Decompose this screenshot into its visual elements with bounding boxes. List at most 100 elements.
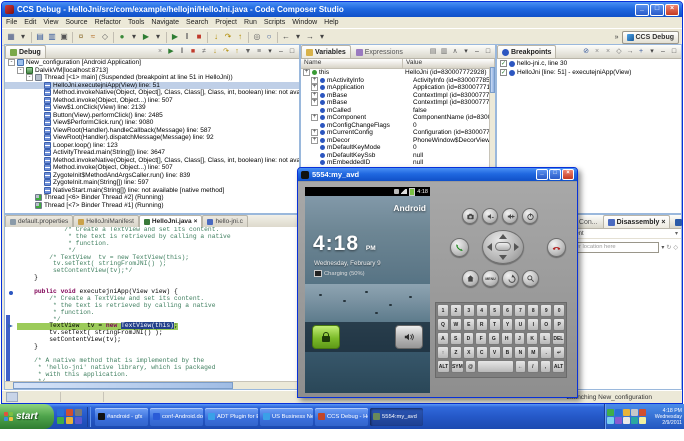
variable-row[interactable]: mCalled false xyxy=(301,107,495,115)
perspective-button[interactable]: CCS Debug xyxy=(621,30,679,44)
quick-launch-icon[interactable] xyxy=(66,409,73,416)
tab-variables[interactable]: Variables xyxy=(301,45,351,58)
key-alt[interactable]: ALT xyxy=(552,360,565,373)
tab-console[interactable]: Console xyxy=(670,215,684,228)
debug-tree-node[interactable]: - New_configuration [Android Application] xyxy=(5,59,299,67)
phone-screen[interactable]: 4:18 Android 4:18 PM Wednesday, February… xyxy=(305,187,430,393)
key-@[interactable]: @ xyxy=(464,360,477,373)
key-k[interactable]: K xyxy=(526,332,538,345)
variable-row[interactable]: +mDecorPhoneWindow$DecorView (id=8300077… xyxy=(301,136,495,145)
tray-icon[interactable] xyxy=(639,417,646,424)
debug-dropdown-icon[interactable]: ▾ xyxy=(128,31,140,43)
tray-icon[interactable] xyxy=(623,417,630,424)
skip-all-icon[interactable]: ⊘ xyxy=(581,47,591,57)
resume-icon[interactable]: ▶ xyxy=(166,47,176,57)
call-button[interactable] xyxy=(450,238,469,257)
stack-frame[interactable]: HelloJni.executejniApp(View) line: 51 xyxy=(5,81,299,89)
stack-frame[interactable]: ViewRoot(Handler).handleCallback(Message… xyxy=(5,126,299,135)
stack-frame[interactable]: Method.invoke(Object, Object...) line: 5… xyxy=(5,96,299,105)
key-v[interactable]: V xyxy=(488,346,501,359)
key-j[interactable]: J xyxy=(513,332,526,345)
key-l[interactable]: L xyxy=(539,332,551,345)
step-return-icon[interactable]: ↑ xyxy=(234,31,246,43)
maximize-button[interactable]: □ xyxy=(650,3,664,16)
forward-dropdown-icon[interactable]: ▾ xyxy=(316,31,328,43)
close-button[interactable]: × xyxy=(665,3,679,16)
key-z[interactable]: Z xyxy=(449,346,462,359)
disconnect-icon[interactable]: ≠ xyxy=(199,47,209,57)
emulator-maximize-button[interactable]: □ xyxy=(549,169,561,180)
tab-expressions[interactable]: Expressions xyxy=(351,45,408,58)
debug-tree-node[interactable]: - DalvikVM[localhost:8713] xyxy=(5,66,299,75)
column-value[interactable]: Value xyxy=(403,59,495,68)
menu-tools[interactable]: Tools xyxy=(128,19,144,26)
quick-launch-icon[interactable] xyxy=(57,417,64,424)
minimize-icon[interactable]: – xyxy=(472,47,482,57)
menu-refactor[interactable]: Refactor xyxy=(95,19,121,26)
key-w[interactable]: W xyxy=(449,318,462,331)
key-4[interactable]: 4 xyxy=(475,304,488,317)
dpad-down-icon[interactable] xyxy=(499,255,507,260)
key-.[interactable]: . xyxy=(540,346,553,359)
step-into-icon[interactable]: ↓ xyxy=(210,47,220,57)
column-name[interactable]: Name xyxy=(301,59,403,68)
taskbar-button-internet-explorer[interactable]: US Business News - L... xyxy=(260,407,313,426)
connect-icon[interactable]: ◇ xyxy=(99,31,111,43)
close-tab-icon[interactable]: × xyxy=(194,218,198,225)
step-return-icon[interactable]: ↑ xyxy=(232,47,242,57)
remove-terminated-icon[interactable]: × xyxy=(155,47,165,57)
key-i[interactable]: I xyxy=(527,318,540,331)
stack-frame[interactable]: NativeStart.main(String[]) line: not ava… xyxy=(5,186,299,195)
key-r[interactable]: R xyxy=(475,318,488,331)
show-matching-icon[interactable]: ◇ xyxy=(614,47,624,57)
variable-row[interactable]: +mBaseContextImpl (id=830007773168) xyxy=(301,99,495,107)
taskbar-button-emulator[interactable]: 5554:my_avd xyxy=(370,407,423,426)
key-2[interactable]: 2 xyxy=(449,304,462,317)
mark-occurrences-icon[interactable]: ◎ xyxy=(251,31,263,43)
stack-frame[interactable]: Method.invokeNative(Object, Object[], Cl… xyxy=(5,156,299,165)
key-del[interactable]: DEL xyxy=(551,332,565,345)
tray-icon[interactable] xyxy=(631,417,638,424)
key-space[interactable] xyxy=(477,360,514,373)
key-h[interactable]: H xyxy=(500,332,513,345)
key-g[interactable]: G xyxy=(488,332,500,345)
stack-frame[interactable]: ViewRoot(Handler).dispatchMessage(Messag… xyxy=(5,134,299,142)
key-5[interactable]: 5 xyxy=(488,304,501,317)
stack-frame[interactable]: View$PerformClick.run() line: 9080 xyxy=(5,119,299,127)
variable-row[interactable]: mEmbeddedID null xyxy=(301,159,495,167)
volume-up-button[interactable] xyxy=(502,208,518,224)
variable-row[interactable]: +mBaseContextImpl (id=830007773168) xyxy=(301,91,495,100)
save-icon[interactable]: ▤ xyxy=(34,31,46,43)
step-over-icon[interactable]: ↷ xyxy=(222,31,234,43)
method-breakpoint-icon[interactable] xyxy=(9,290,13,295)
menu-scripts[interactable]: Scripts xyxy=(264,19,285,26)
quick-launch-icon[interactable] xyxy=(66,417,73,424)
debug-tree-node[interactable]: Thread [<6> Binder Thread #2] (Running) xyxy=(5,194,299,202)
key-0[interactable]: 0 xyxy=(553,304,566,317)
stack-frame[interactable]: Method.invokeNative(Object, Object[], Cl… xyxy=(5,89,299,97)
stack-frame[interactable]: Method.invoke(Object, Object...) line: 5… xyxy=(5,164,299,172)
search-icon[interactable]: ○ xyxy=(263,31,275,43)
show-type-names-icon[interactable]: ▤ xyxy=(428,47,438,57)
step-filters-icon[interactable]: ≡ xyxy=(254,47,264,57)
breakpoint-item[interactable]: ✓ HelloJni [line: 51] - executejniApp(Vie… xyxy=(497,68,681,77)
unlock-button[interactable] xyxy=(312,325,340,349)
tab-debug[interactable]: Debug xyxy=(5,45,46,58)
emulator-title-bar[interactable]: 5554:my_avd _ □ × xyxy=(298,168,577,181)
key-7[interactable]: 7 xyxy=(514,304,527,317)
minimize-icon[interactable]: – xyxy=(658,47,668,57)
key-d[interactable]: D xyxy=(462,332,475,345)
debug-tree-node[interactable]: - Thread [<1> main] (Suspended (breakpoin… xyxy=(5,74,299,82)
variable-row[interactable]: + this HelloJni (id=830007772928) xyxy=(301,69,495,77)
key-1[interactable]: 1 xyxy=(437,304,449,317)
menu-window[interactable]: Window xyxy=(292,19,317,26)
key-e[interactable]: E xyxy=(462,318,475,331)
dpad-right-icon[interactable] xyxy=(514,243,519,251)
drop-to-frame-icon[interactable]: ▼ xyxy=(243,47,253,57)
go-to-file-icon[interactable]: → xyxy=(625,47,635,57)
new-dropdown-icon[interactable]: ▾ xyxy=(17,31,29,43)
remove-all-icon[interactable]: × xyxy=(603,47,613,57)
editor-tab-hello-jni-c[interactable]: hello-jni.c xyxy=(202,215,248,227)
key-t[interactable]: T xyxy=(488,318,501,331)
lock-view-icon[interactable]: ◇ xyxy=(673,244,678,251)
